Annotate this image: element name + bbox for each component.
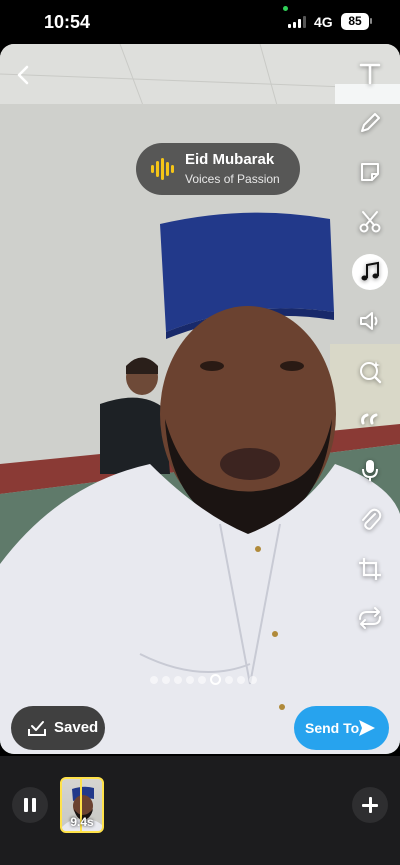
microphone-icon	[362, 460, 378, 481]
back-button[interactable]	[10, 62, 36, 88]
status-time: 10:54	[44, 12, 91, 32]
timeline-bar: 9.4s	[0, 756, 400, 865]
carousel-indicator	[150, 674, 257, 685]
scissors-tool-button[interactable]	[353, 205, 387, 239]
ai-lens-tool-button[interactable]	[353, 354, 387, 388]
ai-lens-icon	[360, 361, 382, 384]
carousel-dot[interactable]	[186, 675, 194, 684]
carousel-dot[interactable]	[237, 675, 245, 684]
music-note-icon	[361, 261, 379, 281]
clip-duration: 9.4s	[70, 815, 94, 829]
music-tool-button[interactable]	[352, 254, 388, 290]
carousel-dot[interactable]	[249, 675, 257, 684]
music-sticker[interactable]: Eid Mubarak Voices of Passion	[136, 143, 300, 195]
sticker-icon	[361, 163, 379, 181]
scissors-icon	[359, 211, 381, 233]
loop-tool-button[interactable]	[353, 601, 387, 635]
camera-indicator-dot	[283, 6, 288, 11]
draw-tool-button[interactable]	[353, 106, 387, 140]
send-arrow-icon	[359, 720, 375, 736]
voiceover-tool-button[interactable]	[353, 453, 387, 487]
signal-strength-icon	[288, 16, 306, 28]
carousel-dot-active[interactable]	[210, 674, 221, 685]
pencil-icon	[361, 113, 380, 132]
paperclip-icon	[362, 508, 382, 530]
carousel-dot[interactable]	[150, 675, 158, 684]
volume-tool-button[interactable]	[353, 304, 387, 338]
loop-icon	[359, 607, 381, 629]
quote-icon	[361, 413, 378, 425]
send-to-label: Send To	[305, 720, 360, 736]
attachment-tool-button[interactable]	[353, 502, 387, 536]
saved-button[interactable]: Saved	[11, 706, 105, 750]
crop-tool-button[interactable]	[353, 552, 387, 586]
download-check-icon	[28, 721, 46, 736]
sticker-tool-button[interactable]	[353, 155, 387, 189]
chevron-left-icon	[17, 65, 29, 85]
send-to-button[interactable]: Send To	[294, 706, 389, 750]
battery-tip	[370, 18, 372, 24]
volume-icon	[360, 312, 378, 330]
text-icon	[359, 63, 381, 85]
battery-level: 85	[341, 13, 369, 30]
audio-wave-icon	[151, 158, 174, 180]
quote-tool-button[interactable]	[353, 403, 387, 437]
carousel-dot[interactable]	[198, 675, 206, 684]
song-title: Eid Mubarak	[185, 151, 275, 168]
carousel-dot[interactable]	[225, 675, 233, 684]
text-tool-button[interactable]	[353, 56, 387, 90]
status-bar: 10:54 4G 85	[0, 0, 400, 44]
carousel-dot[interactable]	[174, 675, 182, 684]
network-type: 4G	[314, 14, 333, 30]
artist-name: Voices of Passion	[185, 172, 280, 186]
saved-label: Saved	[54, 719, 99, 736]
pause-button[interactable]	[12, 787, 48, 823]
crop-icon	[359, 558, 381, 580]
carousel-dot[interactable]	[162, 675, 170, 684]
clip-thumbnail[interactable]: 9.4s	[60, 777, 104, 833]
add-clip-button[interactable]	[352, 787, 388, 823]
